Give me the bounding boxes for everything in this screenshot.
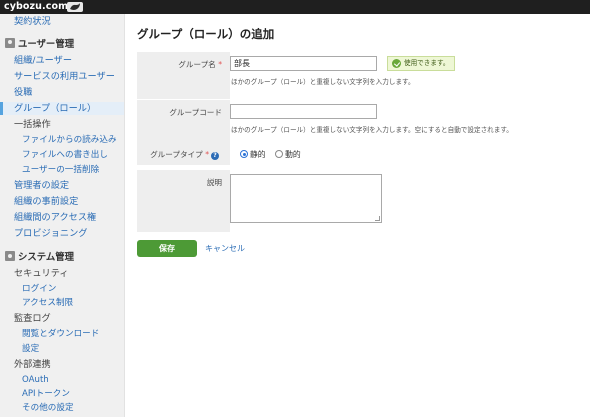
top-bar: cybozu.com	[0, 0, 590, 14]
sidebar-item-admin-settings[interactable]: 管理者の設定	[0, 179, 124, 192]
sidebar-section-label: システム管理	[18, 252, 74, 263]
sidebar-item-access-control[interactable]: アクセス制限	[0, 297, 124, 310]
label-cell: グループタイプ *?	[137, 142, 230, 165]
required-mark: *	[205, 150, 209, 159]
validation-text: 使用できます。	[404, 59, 450, 67]
sidebar-item-roles[interactable]: 役職	[0, 86, 124, 99]
sidebar-item-file-export[interactable]: ファイルへの書き出し	[0, 149, 124, 162]
sidebar-item-login[interactable]: ログイン	[0, 283, 124, 296]
sidebar-section-user-management: ユーザー管理	[0, 38, 124, 51]
help-icon[interactable]: ?	[211, 152, 219, 160]
sidebar-item-pre-org[interactable]: 組織の事前設定	[0, 195, 124, 208]
group-type-label: グループタイプ *?	[150, 149, 219, 160]
sidebar-item-oauth[interactable]: OAuth	[0, 374, 124, 387]
label-cell: グループ名 *	[137, 52, 230, 99]
page-title: グループ（ロール）の追加	[137, 27, 275, 41]
sidebar-item-org-user[interactable]: 組織/ユーザー	[0, 54, 124, 67]
sidebar-item-other-settings[interactable]: その他の設定	[0, 402, 124, 415]
sidebar-item-audit-log: 監査ログ	[14, 313, 51, 324]
user-icon	[5, 38, 15, 48]
app-switcher-icon[interactable]	[67, 2, 83, 12]
sidebar-item-security: セキュリティ	[14, 268, 69, 279]
group-name-label: グループ名 *	[178, 60, 222, 69]
group-name-input[interactable]: 部長	[230, 56, 377, 71]
cybozu-logo[interactable]: cybozu.com	[4, 0, 68, 14]
group-type-radio-group: 静的 動的	[240, 149, 308, 160]
save-button[interactable]: 保存	[137, 240, 197, 257]
sidebar-item-audit-settings[interactable]: 設定	[0, 343, 124, 356]
gear-icon	[5, 251, 15, 261]
group-type-row: グループタイプ *? 静的 動的	[137, 142, 577, 165]
label-cell: 説明	[137, 170, 230, 232]
sidebar-item-org-access[interactable]: 組織間のアクセス権	[0, 211, 124, 224]
description-row: 説明	[137, 170, 577, 232]
group-name-hint: ほかのグループ（ロール）と重複しない文字列を入力します。	[231, 78, 415, 86]
group-name-row: グループ名 * 部長 使用できます。 ほかのグループ（ロール）と重複しない文字列…	[137, 52, 577, 99]
radio-selected-icon[interactable]	[240, 150, 248, 158]
radio-unselected-icon[interactable]	[275, 150, 284, 158]
sidebar-section-system-management: システム管理	[0, 251, 124, 264]
description-label: 説明	[206, 178, 222, 187]
cancel-link[interactable]: キャンセル	[205, 243, 245, 254]
sidebar-section-label: ユーザー管理	[18, 39, 75, 50]
sidebar-item-service-users[interactable]: サービスの利用ユーザー	[0, 70, 124, 83]
sidebar-item-api-token[interactable]: APIトークン	[0, 388, 124, 401]
description-textarea[interactable]	[230, 174, 382, 223]
sidebar-item-provisioning[interactable]: プロビジョニング	[0, 227, 124, 240]
sidebar-item-bulk: 一括操作	[14, 119, 51, 130]
sidebar-item-bulk-delete[interactable]: ユーザーの一括削除	[0, 164, 124, 177]
required-mark: *	[218, 60, 222, 69]
sidebar-item-groups[interactable]: グループ（ロール）	[0, 102, 124, 115]
sidebar-item-view-download[interactable]: 閲覧とダウンロード	[0, 328, 124, 341]
main-content: グループ（ロール）の追加 グループ名 * 部長 使用できます。 ほかのグループ（…	[126, 14, 590, 417]
group-code-input[interactable]	[230, 104, 377, 119]
sidebar-item-file-import[interactable]: ファイルからの読み込み	[0, 134, 124, 147]
group-code-hint: ほかのグループ（ロール）と重複しない文字列を入力します。空にすると自動で設定され…	[231, 126, 513, 134]
sidebar-item-contract[interactable]: 契約状況	[0, 15, 124, 28]
radio-static[interactable]: 静的	[240, 149, 266, 160]
group-code-label: グループコード	[169, 108, 222, 117]
resize-handle[interactable]	[375, 216, 380, 221]
sidebar-item-external: 外部連携	[14, 359, 51, 370]
sidebar: 契約状況 ユーザー管理 組織/ユーザー サービスの利用ユーザー 役職 グループ（…	[0, 14, 125, 417]
validation-badge: 使用できます。	[387, 56, 455, 71]
radio-dynamic[interactable]: 動的	[275, 149, 301, 160]
check-icon	[392, 59, 401, 68]
